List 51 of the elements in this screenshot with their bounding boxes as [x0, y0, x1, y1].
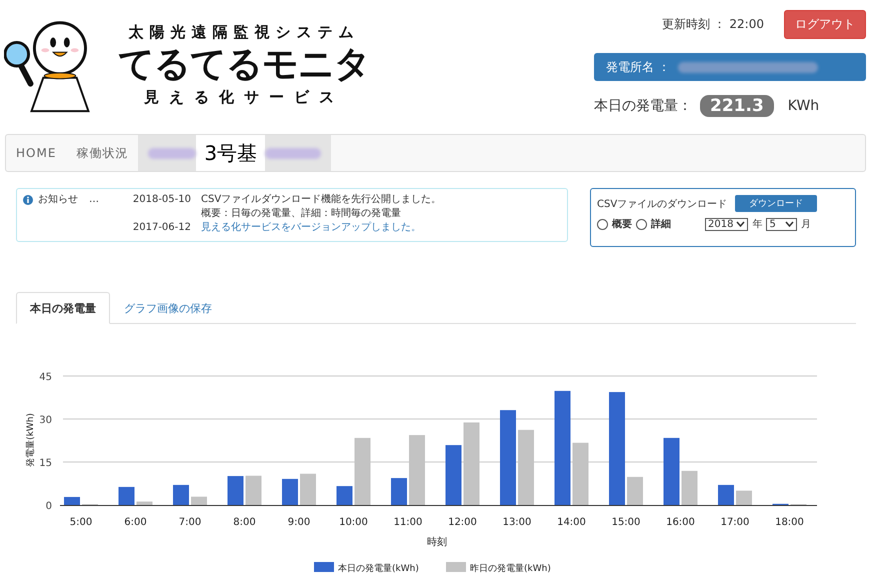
generation-badge: 221.3: [700, 95, 774, 117]
notice-link[interactable]: 見える化サービスをバージョンアップしました。: [201, 222, 421, 233]
notice-label: お知らせ: [38, 193, 78, 207]
axis-tick-label: 45: [39, 372, 52, 383]
tab[interactable]: 本日の発電量: [16, 292, 110, 324]
today-generation-label: 本日の発電量：: [594, 97, 692, 115]
axis-tick-label: 30: [39, 415, 52, 426]
radio-label: 概要: [612, 218, 632, 231]
radio-label: 詳細: [651, 218, 671, 231]
axis-title: 時刻: [427, 537, 447, 548]
axis-tick-label: 9:00: [288, 517, 310, 528]
axis-tick-label: 5:00: [70, 517, 92, 528]
plant-name-label: 発電所名 ：: [606, 58, 670, 76]
notice-date: 2017-06-12: [132, 221, 191, 235]
axis-tick-label: 18:00: [775, 517, 804, 528]
axis-tick-label: 12:00: [448, 517, 477, 528]
axis-tick-label: 14:00: [557, 517, 586, 528]
axis-tick-label: 17:00: [720, 517, 750, 528]
breadcrumb-link[interactable]: HOME: [6, 135, 66, 171]
axis-tick-label: 11:00: [394, 517, 422, 528]
notice-text: 概要：日毎の発電量、詳細：時間毎の発電量: [201, 207, 402, 221]
breadcrumb-link[interactable]: 稼働状況: [66, 135, 138, 171]
notice-text: CSVファイルダウンロード機能を先行公開しました。: [201, 193, 442, 207]
axis-tick-label: 16:00: [666, 517, 695, 528]
logo-title: てるてるモニタ: [118, 43, 370, 87]
logout-button[interactable]: ログアウト: [784, 10, 866, 39]
legend-label: 昨日の発電量(kWh): [470, 564, 551, 574]
more-link[interactable]: …: [89, 193, 99, 207]
axis-tick-label: 7:00: [178, 517, 202, 528]
update-time: 更新時刻 ： 22:00: [662, 16, 764, 33]
axis-tick-label: 0: [46, 501, 52, 512]
year-unit: 年: [752, 218, 762, 231]
download-button[interactable]: ダウンロード: [735, 195, 818, 212]
month-select[interactable]: 5: [766, 218, 798, 230]
notice-date: 2018-05-10: [132, 193, 191, 207]
axis-tick-label: 15: [39, 458, 52, 469]
logo-tagline: 太陽光遠隔監視システム: [128, 23, 360, 42]
logo-tagline: 見える化サービス: [144, 88, 344, 107]
month-unit: 月: [801, 218, 812, 231]
axis-tick-label: 13:00: [502, 517, 532, 528]
csv-title: CSVファイルのダウンロード: [597, 198, 728, 210]
legend-label: 本日の発電量(kWh): [338, 564, 419, 574]
tab[interactable]: グラフ画像の保存: [110, 292, 226, 324]
axis-tick-label: 10:00: [339, 517, 368, 528]
axis-title: 発電量(kWh): [26, 413, 36, 467]
axis-tick-label: 8:00: [233, 517, 256, 528]
year-select[interactable]: 2018: [705, 218, 748, 230]
unit-label: KWh: [788, 98, 820, 114]
axis-tick-label: 6:00: [124, 517, 147, 528]
axis-tick-label: 15:00: [612, 517, 640, 528]
current-unit-label: 3号基: [196, 135, 266, 171]
